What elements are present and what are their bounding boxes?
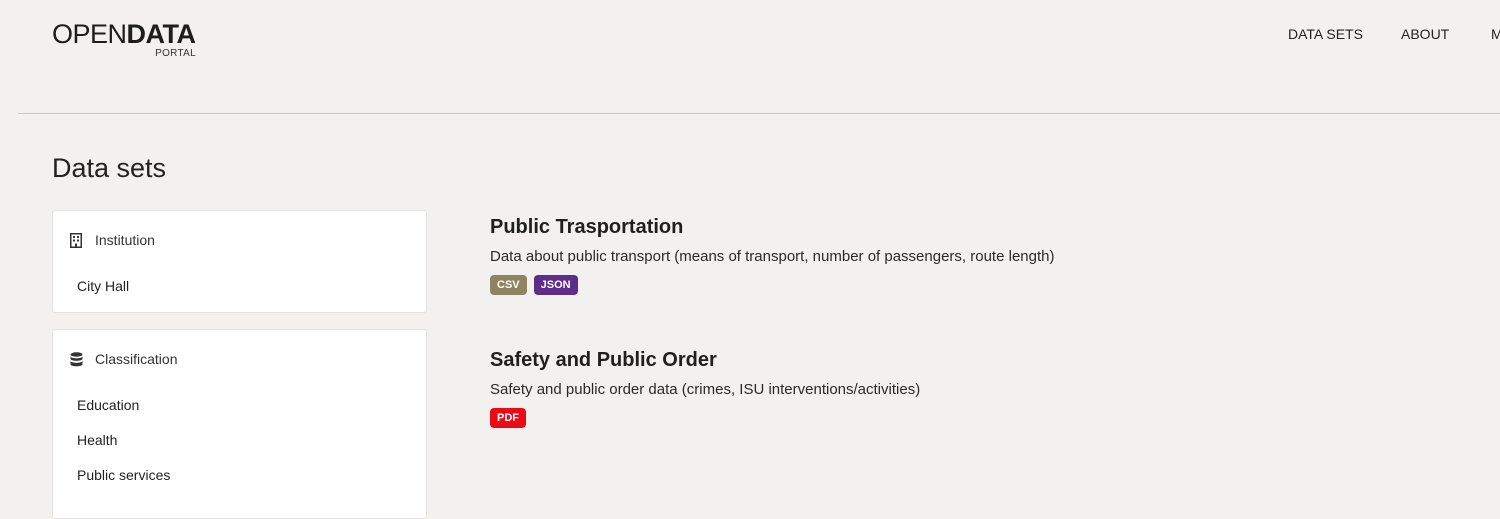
- logo-data: DATA: [126, 19, 196, 49]
- nav-more-item[interactable]: M: [1491, 25, 1500, 43]
- dataset-item: Public Trasportation Data about public t…: [490, 215, 1054, 295]
- institution-item-city-hall[interactable]: City Hall: [77, 277, 129, 295]
- database-icon: [69, 351, 83, 367]
- classification-item-health[interactable]: Health: [77, 431, 117, 449]
- dataset-item: Safety and Public Order Safety and publi…: [490, 348, 920, 428]
- site-logo[interactable]: OPENDATA PORTAL: [52, 18, 196, 62]
- dataset-description: Safety and public order data (crimes, IS…: [490, 381, 921, 398]
- format-badges: PDF: [490, 408, 920, 428]
- classification-item-education[interactable]: Education: [77, 396, 139, 414]
- logo-portal: PORTAL: [155, 48, 196, 59]
- header-divider: [18, 113, 1500, 114]
- institution-title: Institution: [95, 232, 155, 248]
- page-title: Data sets: [52, 153, 167, 183]
- logo-wordmark: OPENDATA: [52, 18, 196, 50]
- logo-open: OPEN: [52, 19, 127, 49]
- dataset-title[interactable]: Public Trasportation: [490, 215, 1054, 239]
- classification-title: Classification: [95, 351, 178, 367]
- classification-header: Classification: [69, 349, 177, 369]
- institution-header: Institution: [69, 230, 155, 250]
- classification-filter-card: Classification Education Health Public s…: [52, 329, 427, 519]
- format-badge-pdf[interactable]: PDF: [490, 408, 526, 428]
- format-badge-csv[interactable]: CSV: [490, 275, 527, 295]
- nav-about[interactable]: ABOUT: [1401, 25, 1449, 43]
- dataset-title[interactable]: Safety and Public Order: [490, 348, 920, 372]
- institution-filter-card: Institution City Hall: [52, 210, 427, 313]
- building-icon: [69, 232, 83, 248]
- dataset-description: Data about public transport (means of tr…: [490, 248, 1055, 265]
- classification-item-public-services[interactable]: Public services: [77, 466, 170, 484]
- nav-data-sets[interactable]: DATA SETS: [1288, 25, 1363, 43]
- format-badges: CSV JSON: [490, 275, 1054, 295]
- format-badge-json[interactable]: JSON: [533, 275, 578, 295]
